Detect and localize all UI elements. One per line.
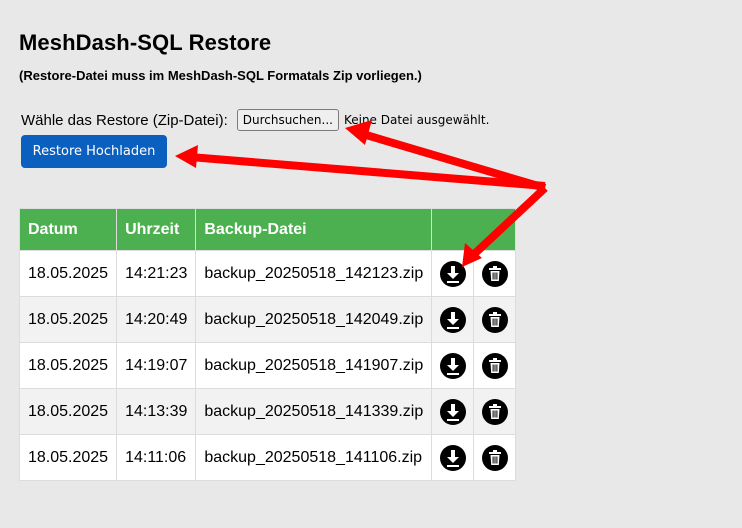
download-icon[interactable] — [439, 306, 466, 333]
backup-filename: backup_20250518_141907.zip — [195, 342, 433, 389]
backup-filename: backup_20250518_142049.zip — [195, 296, 433, 343]
column-header-file: Backup-Datei — [195, 208, 433, 251]
page-title: MeshDash-SQL Restore — [19, 30, 272, 55]
backup-date: 18.05.2025 — [18, 342, 118, 389]
backup-date: 18.05.2025 — [18, 434, 118, 481]
file-input-label: Wähle das Restore (Zip-Datei): — [21, 111, 228, 129]
delete-cell — [473, 434, 517, 481]
arrowhead-upload — [175, 145, 198, 168]
delete-cell — [473, 388, 517, 435]
backup-filename: backup_20250518_142123.zip — [195, 250, 433, 297]
backup-filename: backup_20250518_141339.zip — [195, 388, 433, 435]
delete-cell — [473, 296, 517, 343]
restore-upload-button[interactable]: Restore Hochladen — [21, 135, 167, 168]
download-cell — [431, 296, 475, 343]
trash-icon[interactable] — [481, 352, 508, 379]
backup-table: Datum Uhrzeit Backup-Datei 18.05.2025 14:… — [18, 208, 517, 481]
column-header-actions — [431, 208, 517, 251]
backup-date: 18.05.2025 — [18, 296, 118, 343]
download-cell — [431, 434, 475, 481]
no-file-selected-text: Keine Datei ausgewählt. — [343, 113, 490, 127]
trash-icon[interactable] — [481, 260, 508, 287]
trash-icon[interactable] — [481, 306, 508, 333]
download-icon[interactable] — [439, 398, 466, 425]
backup-filename: backup_20250518_141106.zip — [195, 434, 433, 481]
restore-page: MeshDash-SQL Restore (Restore-Datei muss… — [0, 0, 742, 528]
table-row: 18.05.2025 14:20:49 backup_20250518_142049… — [18, 296, 517, 343]
table-row: 18.05.2025 14:19:07 backup_20250518_141907… — [18, 342, 517, 389]
column-header-time: Uhrzeit — [116, 208, 197, 251]
backup-time: 14:20:49 — [116, 296, 197, 343]
backup-table-body: 18.05.2025 14:21:23 backup_20250518_142123… — [18, 250, 517, 481]
browse-button[interactable]: Durchsuchen... — [236, 109, 339, 131]
delete-cell — [473, 250, 517, 297]
backup-time: 14:11:06 — [116, 434, 197, 481]
backup-time: 14:13:39 — [116, 388, 197, 435]
backup-time: 14:21:23 — [116, 250, 197, 297]
table-row: 18.05.2025 14:21:23 backup_20250518_142123… — [18, 250, 517, 297]
download-icon[interactable] — [439, 260, 466, 287]
download-icon[interactable] — [439, 444, 466, 471]
download-cell — [431, 250, 475, 297]
backup-table-header-row: Datum Uhrzeit Backup-Datei — [18, 208, 517, 251]
arrow-to-browse-button — [354, 128, 547, 192]
trash-icon[interactable] — [481, 398, 508, 425]
trash-icon[interactable] — [481, 444, 508, 471]
file-upload-row: Wähle das Restore (Zip-Datei): Durchsuch… — [21, 109, 489, 131]
download-cell — [431, 388, 475, 435]
backup-date: 18.05.2025 — [18, 388, 118, 435]
arrow-to-upload-button — [189, 153, 546, 190]
backup-time: 14:19:07 — [116, 342, 197, 389]
table-row: 18.05.2025 14:13:39 backup_20250518_141339… — [18, 388, 517, 435]
download-icon[interactable] — [439, 352, 466, 379]
delete-cell — [473, 342, 517, 389]
page-subtitle: (Restore-Datei muss im MeshDash-SQL Form… — [19, 68, 422, 83]
backup-date: 18.05.2025 — [18, 250, 118, 297]
table-row: 18.05.2025 14:11:06 backup_20250518_141106… — [18, 434, 517, 481]
download-cell — [431, 342, 475, 389]
column-header-date: Datum — [18, 208, 118, 251]
